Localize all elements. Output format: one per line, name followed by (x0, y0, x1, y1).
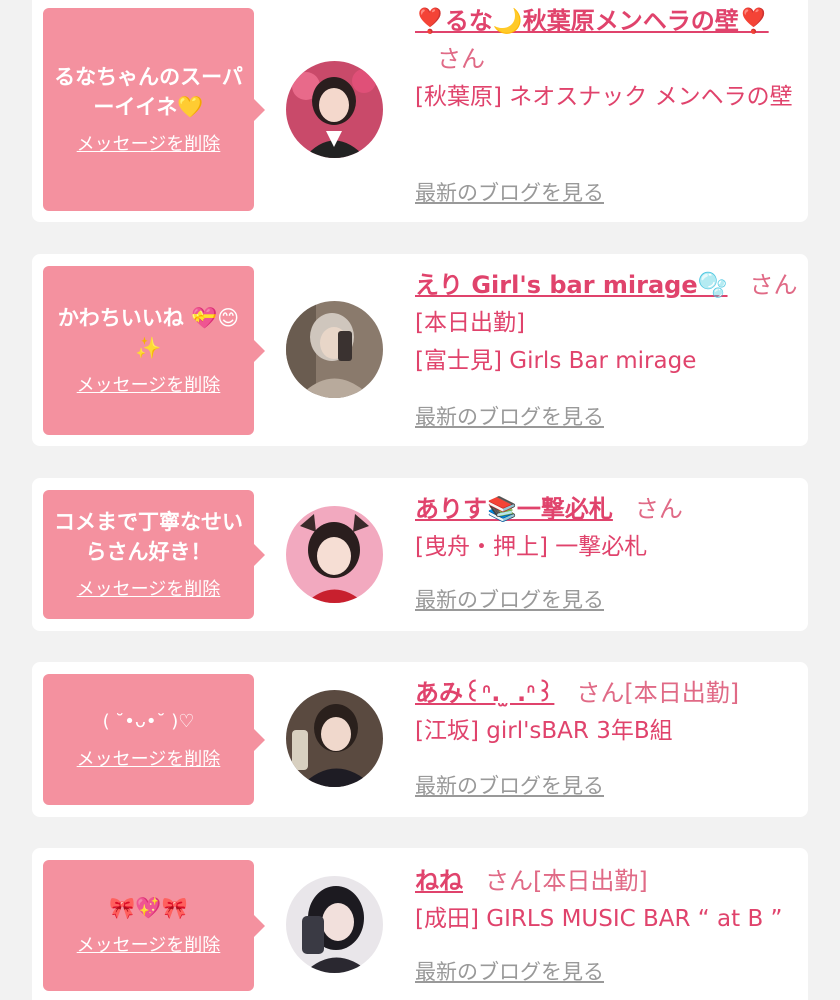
avatar[interactable] (286, 690, 383, 787)
view-blog-link[interactable]: 最新のブログを見る (415, 772, 604, 800)
comment-bubble: ( ˘•ᴗ•˘ )♡ メッセージを削除 (43, 674, 265, 805)
view-blog-link[interactable]: 最新のブログを見る (415, 958, 604, 986)
comment-bubble: 🎀💖🎀 メッセージを削除 (43, 860, 265, 991)
member-name-link[interactable]: ❣️るな🌙秋葉原メンヘラの壁❣️ (415, 7, 769, 35)
message-card: るなちゃんのスーパーイイネ💛 メッセージを削除 ❣️るな🌙秋葉原メンヘラの壁❣️… (32, 0, 808, 222)
comment-text: るなちゃんのスーパーイイネ💛 (54, 64, 243, 119)
name-line: ❣️るな🌙秋葉原メンヘラの壁❣️ さん (415, 2, 802, 78)
member-info: ねね さん[本日出勤] [成田] GIRLS MUSIC BAR “ at B ” (415, 862, 802, 938)
shop-info: [富士見] Girls Bar mirage (415, 348, 697, 374)
comment-bubble: るなちゃんのスーパーイイネ💛 メッセージを削除 (43, 8, 265, 211)
member-info: えり Girl's bar mirage🫧 さん [本日出勤] [富士見] Gir… (415, 266, 802, 380)
shop-info: [曳舟・押上] 一撃必札 (415, 534, 648, 560)
comment-text: コメまで丁寧なせいらさん好き！ (54, 509, 243, 564)
view-blog-link[interactable]: 最新のブログを見る (415, 586, 604, 614)
message-list: るなちゃんのスーパーイイネ💛 メッセージを削除 ❣️るな🌙秋葉原メンヘラの壁❣️… (0, 0, 840, 1000)
shop-info: [本日出勤] (415, 310, 525, 336)
name-line: あみ꒰ᐢ. ̫ .ᐢ꒱ さん[本日出勤] (415, 674, 802, 712)
san-label: さん (634, 495, 683, 523)
avatar[interactable] (286, 506, 383, 603)
member-name-link[interactable]: えり Girl's bar mirage🫧 (415, 271, 728, 299)
member-name-link[interactable]: ねね (415, 867, 463, 895)
comment-bubble: コメまで丁寧なせいらさん好き！ メッセージを削除 (43, 490, 265, 619)
comment-bubble: かわちいいね 💝😊✨ メッセージを削除 (43, 266, 265, 435)
avatar-photo-icon (286, 876, 383, 973)
avatar-photo-icon (286, 506, 383, 603)
san-label: さん (437, 45, 485, 73)
name-line: えり Girl's bar mirage🫧 さん (415, 266, 802, 304)
delete-message-link[interactable]: メッセージを削除 (77, 373, 221, 399)
avatar[interactable] (286, 301, 383, 398)
member-info: ❣️るな🌙秋葉原メンヘラの壁❣️ さん [秋葉原] ネオスナック メンヘラの壁 (415, 2, 802, 116)
view-blog-link[interactable]: 最新のブログを見る (415, 403, 604, 431)
comment-text: ( ˘•ᴗ•˘ )♡ (102, 710, 195, 732)
delete-message-link[interactable]: メッセージを削除 (77, 747, 221, 773)
san-label: さん[本日出勤] (576, 679, 740, 707)
shop-info: [成田] GIRLS MUSIC BAR “ at B ” (415, 906, 783, 932)
san-label: さん[本日出勤] (485, 867, 648, 895)
name-line: ありす📚一撃必札 さん (415, 490, 802, 528)
shop-info: [秋葉原] ネオスナック メンヘラの壁 (415, 84, 793, 110)
message-card: ( ˘•ᴗ•˘ )♡ メッセージを削除 あみ꒰ᐢ. ̫ .ᐢ꒱ さん[本日出勤] … (32, 662, 808, 817)
avatar-photo-icon (286, 690, 383, 787)
shop-info: [江坂] girl'sBAR 3年B組 (415, 718, 673, 744)
message-card: 🎀💖🎀 メッセージを削除 ねね さん[本日出勤] [成田] GIRLS MUSIC… (32, 848, 808, 1000)
member-name-link[interactable]: あみ꒰ᐢ. ̫ .ᐢ꒱ (415, 679, 554, 707)
name-line: ねね さん[本日出勤] (415, 862, 802, 900)
message-card: コメまで丁寧なせいらさん好き！ メッセージを削除 ありす📚一撃必札 さん [曳舟・… (32, 478, 808, 631)
san-label: さん (749, 271, 798, 299)
avatar[interactable] (286, 876, 383, 973)
avatar[interactable] (286, 61, 383, 158)
member-name-link[interactable]: ありす📚一撃必札 (415, 495, 613, 523)
avatar-photo-icon (286, 61, 383, 158)
comment-text: 🎀💖🎀 (109, 895, 188, 920)
comment-text: かわちいいね 💝😊✨ (57, 305, 240, 360)
avatar-photo-icon (286, 301, 383, 398)
delete-message-link[interactable]: メッセージを削除 (77, 132, 221, 158)
message-card: かわちいいね 💝😊✨ メッセージを削除 えり Girl's bar mirage… (32, 254, 808, 446)
delete-message-link[interactable]: メッセージを削除 (77, 577, 221, 603)
view-blog-link[interactable]: 最新のブログを見る (415, 179, 604, 207)
member-info: ありす📚一撃必札 さん [曳舟・押上] 一撃必札 (415, 490, 802, 566)
member-info: あみ꒰ᐢ. ̫ .ᐢ꒱ さん[本日出勤] [江坂] girl'sBAR 3年B組 (415, 674, 802, 750)
delete-message-link[interactable]: メッセージを削除 (77, 933, 221, 959)
